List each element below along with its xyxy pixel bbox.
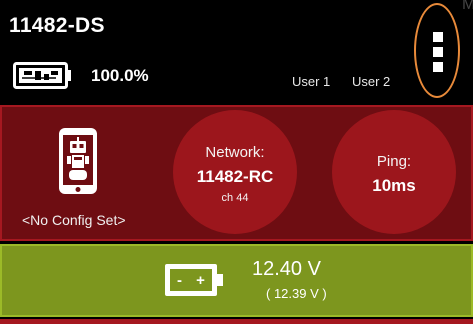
minus-sign: - bbox=[177, 271, 183, 289]
network-channel: ch 44 bbox=[221, 192, 249, 204]
config-status-label: <No Config Set> bbox=[22, 212, 126, 228]
device-name: 11482-DS bbox=[9, 14, 105, 37]
ping-status-circle: Ping: 10ms bbox=[332, 110, 456, 234]
ping-title: Ping: bbox=[376, 153, 412, 170]
network-name: 11482-RC bbox=[196, 167, 274, 186]
robot-battery-icon: - + bbox=[165, 264, 223, 296]
robot-voltage: 12.40 V bbox=[252, 258, 321, 280]
user-1-label[interactable]: User 1 bbox=[292, 74, 330, 89]
robot-voltage-secondary: ( 12.39 V ) bbox=[266, 286, 327, 301]
menu-dot-icon bbox=[433, 47, 443, 57]
network-title: Network: bbox=[205, 144, 265, 161]
user-2-label[interactable]: User 2 bbox=[352, 74, 390, 89]
corner-mark: M bbox=[462, 0, 473, 13]
robot-battery-panel bbox=[0, 244, 473, 317]
ping-value: 10ms bbox=[372, 176, 416, 195]
network-status-circle: Network: 11482-RC ch 44 bbox=[173, 110, 297, 234]
overflow-menu-button[interactable] bbox=[414, 3, 460, 98]
plus-sign: + bbox=[196, 271, 205, 289]
menu-dot-icon bbox=[433, 32, 443, 42]
bottom-status-strip bbox=[0, 319, 473, 324]
robot-phone-icon[interactable] bbox=[59, 128, 97, 194]
phone-battery-percent: 100.0% bbox=[91, 66, 149, 85]
menu-dot-icon bbox=[433, 62, 443, 72]
phone-battery-icon bbox=[13, 62, 71, 89]
